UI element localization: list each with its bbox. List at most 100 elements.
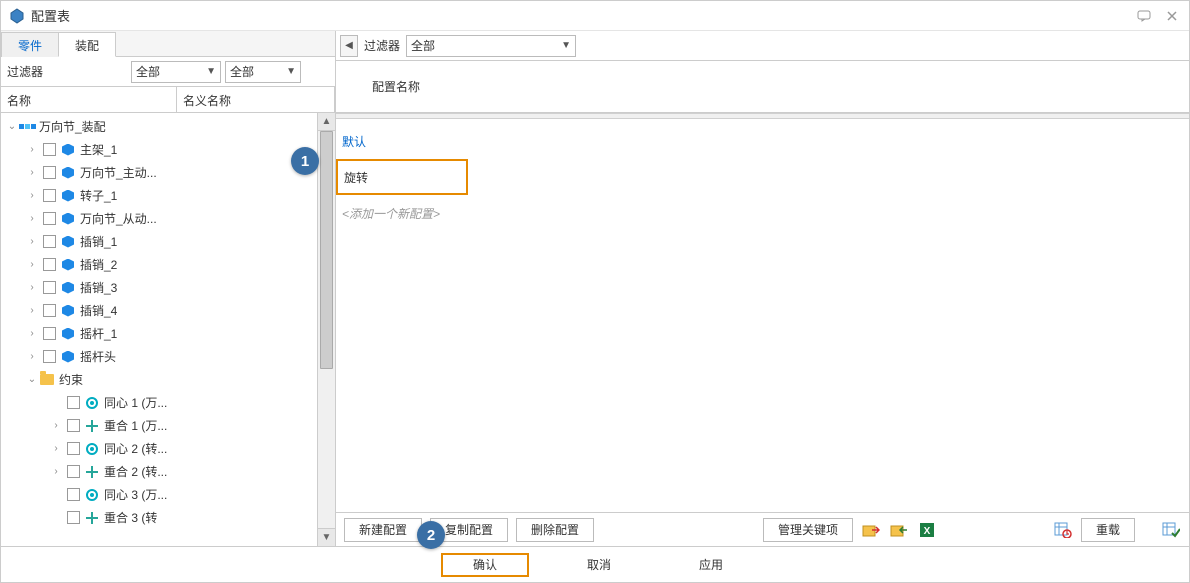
checkbox[interactable] [43,281,56,294]
scroll-down-icon[interactable]: ▼ [318,528,335,546]
delete-config-button[interactable]: 删除配置 [516,518,594,542]
checkbox[interactable] [67,465,80,478]
part-icon [60,165,76,181]
part-icon [60,349,76,365]
table-sync-icon[interactable] [1053,520,1073,540]
checkbox[interactable] [43,304,56,317]
expand-icon[interactable]: › [25,282,39,293]
tree-label: 插销_4 [80,302,117,319]
tree-constraint[interactable]: 同心 3 (万... [1,483,317,506]
tree-label: 摇杆_1 [80,325,117,342]
tree-constraint[interactable]: › 同心 2 (转... [1,437,317,460]
tree[interactable]: ⌄ 万向节_装配 › 主架_1 ›万向节_主动... ›转子_1 › 万向节_从动.… [1,113,317,546]
tab-assembly[interactable]: 装配 [58,32,116,57]
tree-constraint[interactable]: › 重合 1 (万... [1,414,317,437]
expand-icon[interactable]: ⌄ [5,121,19,132]
cancel-button[interactable]: 取消 [557,553,641,577]
left-filter-combo-2[interactable]: 全部 ▼ [225,61,301,83]
close-icon[interactable] [1163,7,1181,25]
checkbox[interactable] [67,396,80,409]
tree-node[interactable]: › 主架_1 [1,138,317,161]
tree-label: 同心 1 (万... [104,394,167,411]
expand-icon[interactable]: ⌄ [25,374,39,385]
expand-icon[interactable]: › [25,259,39,270]
tree-label: 重合 2 (转... [104,463,167,480]
excel-icon[interactable]: X [917,520,937,540]
expand-icon[interactable]: › [49,466,63,477]
tree-label: 同心 2 (转... [104,440,167,457]
checkbox[interactable] [67,419,80,432]
config-selected[interactable]: 旋转 [336,159,468,195]
col-name[interactable]: 名称 [1,87,177,112]
scroll-track[interactable] [318,131,335,528]
tree-node[interactable]: › 摇杆头 [1,345,317,368]
expand-icon[interactable]: › [25,305,39,316]
tree-node[interactable]: › 摇杆_1 [1,322,317,345]
scroll-thumb[interactable] [320,131,333,369]
left-filter-row: 过滤器 全部 ▼ 全部 ▼ [1,57,335,87]
new-config-button[interactable]: 新建配置 [344,518,422,542]
part-icon [60,257,76,273]
chevron-down-icon: ▼ [561,40,571,51]
manage-keys-button[interactable]: 管理关键项 [763,518,853,542]
speech-icon[interactable] [1135,7,1153,25]
tree-scrollbar[interactable]: ▲ ▼ [317,113,335,546]
tree-node[interactable]: ›万向节_主动... [1,161,317,184]
nav-left-button[interactable]: ◀ [340,35,358,57]
folder-out-icon[interactable] [861,520,881,540]
checkbox[interactable] [67,488,80,501]
tree-label: 插销_1 [80,233,117,250]
expand-icon[interactable]: › [25,328,39,339]
window-title: 配置表 [31,6,70,25]
tree-label: 万向节_从动... [80,210,157,227]
tree-constraint[interactable]: 重合 3 (转 [1,506,317,529]
config-default[interactable]: 默认 [336,123,1189,159]
table-check-icon[interactable] [1161,520,1181,540]
checkbox[interactable] [43,235,56,248]
tree-node[interactable]: ›转子_1 [1,184,317,207]
expand-icon[interactable]: › [25,167,39,178]
right-filter-combo[interactable]: 全部 ▼ [406,35,576,57]
scroll-up-icon[interactable]: ▲ [318,113,335,131]
tree-constraint[interactable]: 同心 1 (万... [1,391,317,414]
tree-constraints[interactable]: ⌄约束 [1,368,317,391]
reload-button[interactable]: 重载 [1081,518,1135,542]
checkbox[interactable] [43,189,56,202]
col-nominal[interactable]: 名义名称 [177,87,335,112]
checkbox[interactable] [43,327,56,340]
tree-node[interactable]: › 插销_4 [1,299,317,322]
config-name-column: 配置名称 [372,78,420,95]
tree-node[interactable]: ›插销_2 [1,253,317,276]
checkbox[interactable] [43,212,56,225]
folder-in-icon[interactable] [889,520,909,540]
checkbox[interactable] [43,143,56,156]
tree-constraint[interactable]: › 重合 2 (转... [1,460,317,483]
config-add-placeholder[interactable]: <添加一个新配置> [336,195,1189,231]
tree-label: 重合 1 (万... [104,417,167,434]
left-filter-combo-1[interactable]: 全部 ▼ [131,61,221,83]
app-icon [9,8,25,24]
apply-button[interactable]: 应用 [669,553,753,577]
expand-icon[interactable]: › [49,420,63,431]
expand-icon[interactable]: › [25,351,39,362]
tree-label: 插销_3 [80,279,117,296]
checkbox[interactable] [43,350,56,363]
tree-label: 摇杆头 [80,348,116,365]
expand-icon[interactable]: › [49,443,63,454]
expand-icon[interactable]: › [25,144,39,155]
expand-icon[interactable]: › [25,236,39,247]
checkbox[interactable] [43,258,56,271]
tree-node[interactable]: › 插销_1 [1,230,317,253]
tree-node[interactable]: › 万向节_从动... [1,207,317,230]
checkbox[interactable] [67,442,80,455]
tree-root[interactable]: ⌄ 万向节_装配 [1,115,317,138]
checkbox[interactable] [67,511,80,524]
expand-icon[interactable]: › [25,190,39,201]
checkbox[interactable] [43,166,56,179]
ok-button[interactable]: 确认 [441,553,529,577]
tree-label: 主架_1 [80,141,117,158]
tab-parts[interactable]: 零件 [1,32,59,57]
part-icon [60,142,76,158]
expand-icon[interactable]: › [25,213,39,224]
tree-node[interactable]: › 插销_3 [1,276,317,299]
